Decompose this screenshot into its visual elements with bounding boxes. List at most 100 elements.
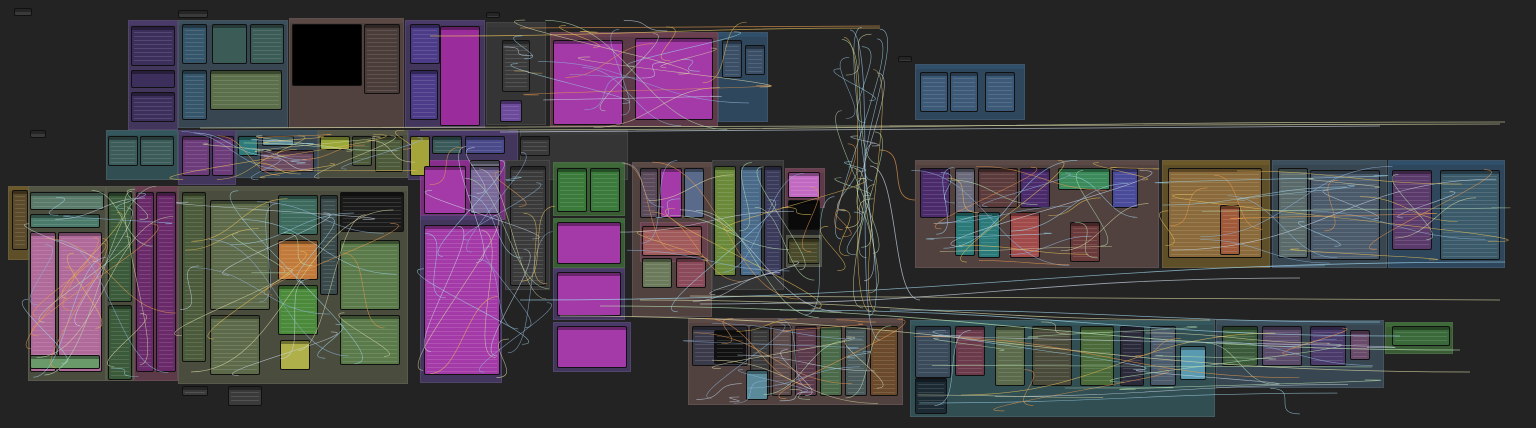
node-link-wire: [424, 190, 540, 240]
node-link-wire: [869, 165, 921, 301]
node-link-wire: [424, 225, 465, 352]
node-link-wire: [1297, 220, 1341, 247]
node-link-wire: [1159, 210, 1175, 246]
node-link-wire: [593, 87, 720, 128]
node-link-wire: [584, 76, 625, 111]
node-link-wire: [1289, 248, 1439, 261]
node-link-wire: [627, 249, 790, 272]
node-link-wire: [478, 259, 519, 330]
node-link-wire: [496, 338, 509, 378]
node-link-wire: [853, 168, 865, 309]
node-link-wire: [599, 305, 1461, 351]
node-link-wire: [1027, 326, 1198, 338]
node-link-wire: [660, 47, 717, 68]
node-link-wire: [637, 231, 708, 262]
node-link-wire: [232, 232, 285, 274]
node-link-wire: [976, 165, 1107, 191]
node-link-wire: [648, 174, 734, 201]
node-link-wire: [711, 336, 855, 369]
node-link-wire: [932, 335, 1396, 348]
node-link-wire: [995, 384, 1349, 397]
node-link-wire: [844, 337, 884, 389]
node-link-wire: [1237, 185, 1355, 201]
node-link-wire: [180, 265, 199, 310]
node-link-wire: [978, 260, 1070, 265]
node-link-wire: [626, 31, 741, 67]
node-link-wire: [466, 147, 486, 194]
node-link-wire: [712, 323, 863, 340]
node-link-wire: [1023, 369, 1035, 406]
node-link-wire: [437, 160, 505, 257]
node-link-wire: [107, 313, 147, 367]
node-link-wire: [925, 232, 1052, 240]
node-link-wire: [835, 38, 884, 240]
node-link-wire: [484, 246, 532, 329]
node-link-wire: [729, 396, 740, 403]
node-link-wire: [341, 137, 423, 170]
node-link-wire: [569, 74, 644, 79]
node-link-wire: [623, 20, 668, 32]
node-link-wire: [1237, 170, 1462, 185]
node-link-wire: [36, 216, 174, 358]
node-link-wire: [960, 160, 1065, 263]
node-link-wire: [864, 28, 888, 181]
node-link-wire: [1169, 187, 1208, 227]
node-link-wire: [296, 216, 335, 283]
node-link-wire: [202, 143, 272, 152]
node-link-wire: [1369, 169, 1492, 251]
node-link-wire: [934, 166, 1038, 230]
node-link-wire: [623, 163, 675, 251]
node-link-wire: [1009, 235, 1092, 255]
node-link-wire: [395, 129, 412, 150]
node-graph-canvas[interactable]: [0, 0, 1536, 428]
node-link-wire: [232, 331, 338, 376]
node-link-wire: [507, 231, 553, 354]
node-link-wire: [689, 295, 1501, 301]
node-link-wire: [801, 186, 819, 252]
node-link-wire: [31, 223, 159, 337]
node-link-wire: [1201, 207, 1511, 212]
node-link-wire: [430, 296, 498, 374]
node-link-wire: [932, 330, 1147, 370]
node-link-wire: [1308, 178, 1380, 188]
node-link-wire: [1200, 166, 1393, 238]
node-link-wire: [230, 212, 354, 245]
node-link-wire: [889, 309, 1381, 323]
node-link-wire: [841, 39, 879, 165]
node-link-wire: [174, 267, 293, 337]
node-link-wire: [91, 190, 153, 247]
node-link-wire: [1093, 162, 1148, 181]
node-link-wire: [290, 160, 306, 164]
node-link-wire: [176, 201, 375, 220]
node-link-wire: [50, 238, 109, 369]
node-link-wire: [338, 312, 390, 357]
node-link-wire: [879, 149, 916, 201]
node-link-wire: [781, 207, 812, 215]
node-link-wire: [21, 298, 68, 365]
node-link-wire: [429, 27, 881, 37]
node-link-wire: [479, 302, 552, 373]
node-link-wire: [314, 135, 396, 179]
node-link-wire: [490, 249, 531, 357]
node-link-wire: [670, 214, 789, 250]
node-link-wire: [191, 198, 288, 242]
node-link-wire: [494, 171, 527, 207]
node-link-wire: [1301, 210, 1486, 240]
node-link-wire: [865, 184, 879, 294]
node-link-wire: [417, 215, 500, 371]
node-link-wire: [1213, 174, 1263, 230]
node-link-wire: [63, 215, 173, 225]
node-link-wire: [1075, 170, 1109, 247]
node-link-wire: [839, 57, 856, 119]
node-link-wire: [44, 186, 157, 376]
node-link-wire: [733, 380, 768, 404]
node-link-wire: [193, 132, 269, 156]
node-link-wire: [559, 25, 600, 48]
node-link-wire: [845, 33, 872, 76]
node-link-wire: [274, 169, 417, 172]
node-link-wire: [543, 95, 722, 101]
node-link-wire: [1282, 327, 1348, 355]
node-link-wire: [1227, 195, 1338, 259]
node-link-wire: [1162, 186, 1347, 206]
node-link-wire: [993, 369, 1169, 412]
